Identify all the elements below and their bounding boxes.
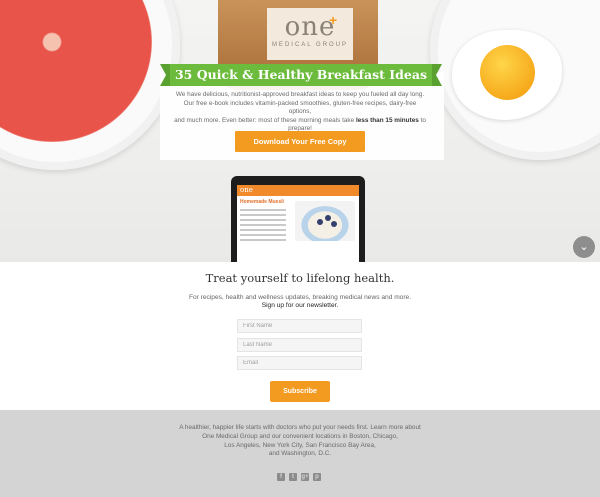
chevron-down-icon: ⌄ — [579, 241, 589, 253]
email-field[interactable] — [237, 356, 362, 370]
newsletter-title: Treat yourself to lifelong health. — [205, 271, 395, 285]
hero-section: one + MEDICAL GROUP 35 Quick & Healthy B… — [0, 0, 600, 262]
facebook-icon[interactable]: f — [277, 473, 285, 481]
scroll-down-button[interactable]: ⌄ — [573, 236, 595, 258]
ebook-preview-screen: one Homemade Muesli — [237, 185, 359, 262]
footer-line: One Medical Group and our convenient loc… — [202, 432, 398, 440]
ebook-text-line — [240, 219, 286, 221]
ebook-text-line — [240, 234, 286, 236]
offer-title: 35 Quick & Healthy Breakfast Ideas — [160, 64, 442, 86]
muesli-image — [295, 201, 355, 241]
brand-logo[interactable]: one + MEDICAL GROUP — [267, 8, 353, 60]
blueberry — [317, 219, 323, 225]
intro-line: to — [418, 116, 426, 124]
ebook-text-line — [240, 224, 286, 226]
intro-line: Our free e-book includes vitamin-packed … — [183, 99, 417, 116]
footer-line: and Washington, D.C. — [268, 450, 332, 458]
offer-description: We have delicious, nutritionist-approved… — [172, 91, 428, 134]
footer-text: A healthier, happier life starts with do… — [150, 424, 450, 459]
logo-word: one — [284, 12, 336, 42]
egg-yolk-image — [480, 45, 535, 100]
blueberry — [331, 221, 337, 227]
pinterest-icon[interactable]: p — [313, 473, 321, 481]
blueberry — [325, 215, 331, 221]
logo-plus-icon: + — [329, 12, 338, 28]
download-button[interactable]: Download Your Free Copy — [235, 131, 365, 152]
last-name-field[interactable] — [237, 338, 362, 352]
footer-line: Los Angeles, New York City, San Francisc… — [224, 441, 376, 449]
google-plus-icon[interactable]: g+ — [301, 473, 309, 481]
ebook-text-line — [240, 214, 286, 216]
ebook-text-line — [240, 229, 286, 231]
twitter-icon[interactable]: t — [289, 473, 297, 481]
footer: A healthier, happier life starts with do… — [0, 410, 600, 497]
newsletter-cta-text: Sign up for our newsletter. — [261, 302, 339, 309]
subscribe-button[interactable]: Subscribe — [270, 381, 330, 402]
logo-subtitle: MEDICAL GROUP — [271, 42, 349, 48]
intro-bold: less than 15 minutes — [355, 116, 419, 124]
intro-line: and much more. Even better: most of thes… — [174, 116, 356, 124]
first-name-field[interactable] — [237, 319, 362, 333]
footer-line: A healthier, happier life starts with do… — [179, 424, 421, 431]
social-links: f t g+ p — [277, 473, 321, 481]
intro-line: We have delicious, nutritionist-approved… — [175, 91, 425, 98]
tablet-preview: one Homemade Muesli — [231, 176, 365, 262]
ebook-text-line — [240, 209, 286, 211]
newsletter-subtitle: For recipes, health and wellness updates… — [188, 294, 412, 301]
ebook-text-line — [240, 239, 286, 241]
ebook-header: one — [237, 185, 359, 196]
